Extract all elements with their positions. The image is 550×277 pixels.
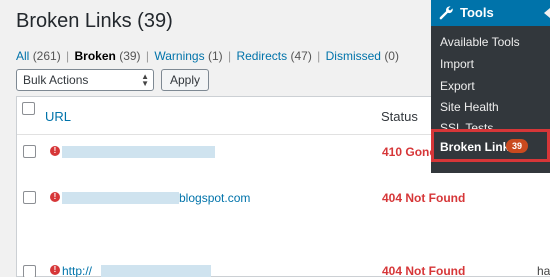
status-filters: All (261) | Broken (39) | Warnings (1) |… (16, 49, 399, 63)
filter-redirects-count: (47) (290, 49, 312, 63)
error-icon: ! (50, 192, 60, 202)
link-status: 410 Gone (382, 145, 437, 159)
filter-dismissed[interactable]: Dismissed (326, 49, 381, 63)
filter-broken[interactable]: Broken (75, 49, 116, 63)
row-checkbox[interactable] (23, 145, 36, 158)
filter-separator: | (227, 49, 232, 63)
apply-button[interactable]: Apply (161, 69, 209, 91)
link-status: 404 Not Found (382, 264, 466, 277)
redacted-url (62, 146, 215, 158)
page-title: Broken Links (39) (16, 10, 173, 32)
broken-links-count-badge: 39 (506, 139, 529, 153)
link-url[interactable]: blogspot.com (179, 191, 250, 205)
menu-item-export[interactable]: Export (440, 79, 475, 93)
wrench-icon (439, 6, 453, 20)
filter-separator: | (66, 49, 70, 63)
menu-item-site-health[interactable]: Site Health (440, 100, 499, 114)
link-url[interactable]: http:// (62, 264, 92, 277)
table-row: ! blogspot.com 404 Not Found (17, 180, 550, 225)
select-all-checkbox[interactable] (22, 102, 35, 115)
row-checkbox[interactable] (23, 191, 36, 204)
broken-links-label: Broken Links (440, 140, 517, 154)
filter-all-count: (261) (32, 49, 61, 63)
menu-tools-label: Tools (460, 5, 494, 20)
menu-item-import[interactable]: Import (440, 57, 474, 71)
menu-tools-header[interactable]: Tools (431, 0, 550, 26)
row-extra-text: hal (537, 264, 550, 277)
error-icon: ! (50, 146, 60, 156)
table-row: ! http:// 404 Not Found hal (17, 225, 550, 277)
column-status: Status (381, 109, 418, 124)
error-icon: ! (50, 265, 60, 275)
column-url[interactable]: URL (45, 109, 71, 124)
filter-warnings-count: (1) (207, 49, 223, 63)
bulk-actions-value: Bulk Actions (23, 73, 89, 87)
filter-warnings[interactable]: Warnings (154, 49, 204, 63)
menu-caret-icon (544, 8, 550, 18)
bulk-actions-select[interactable]: Bulk Actions ▲ ▼ (16, 69, 154, 91)
menu-item-broken-links[interactable]: Broken Links 39 (431, 129, 550, 162)
filter-broken-count: (39) (119, 49, 141, 63)
redacted-url (101, 265, 211, 277)
select-arrows-icon: ▲ ▼ (141, 72, 149, 88)
filter-dismissed-count: (0) (384, 49, 399, 63)
row-checkbox[interactable] (23, 265, 36, 277)
menu-item-available-tools[interactable]: Available Tools (440, 35, 520, 49)
link-status: 404 Not Found (382, 191, 466, 205)
filter-separator: | (145, 49, 150, 63)
filter-redirects[interactable]: Redirects (236, 49, 287, 63)
filter-all[interactable]: All (16, 49, 29, 63)
filter-separator: | (317, 49, 321, 63)
redacted-url (62, 192, 179, 204)
